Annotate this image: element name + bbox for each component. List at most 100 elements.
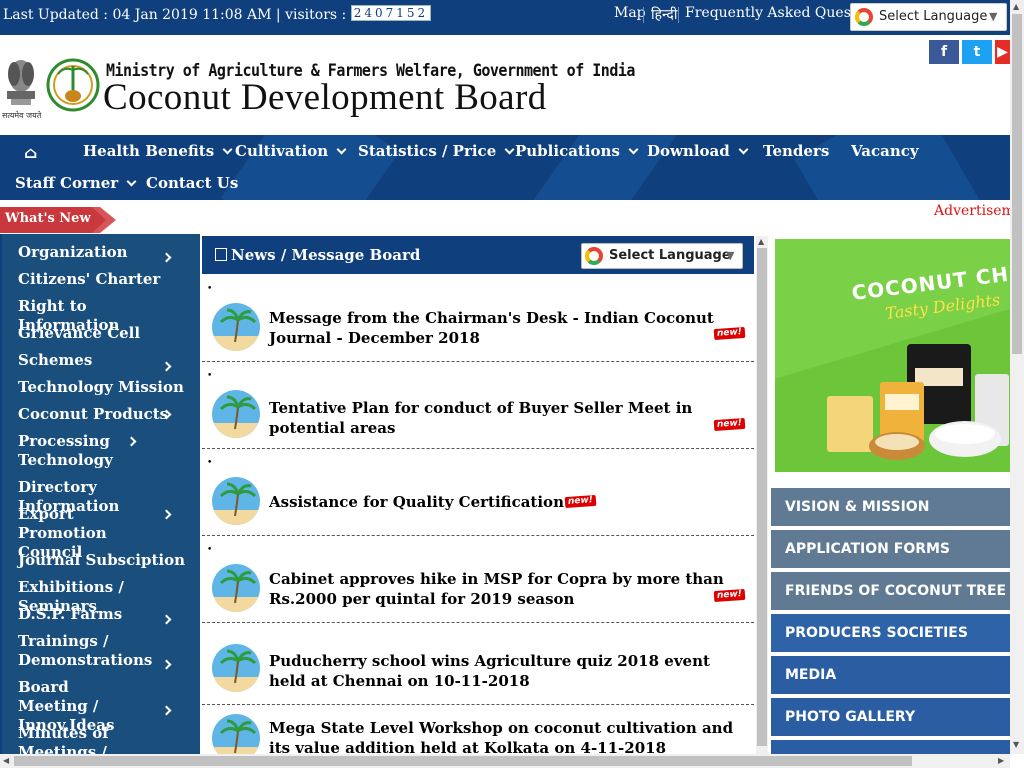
sidebar-item-label: D.S.P. Farms (18, 605, 123, 623)
sidebar-item-processing-technology[interactable]: Processing Technology (18, 432, 137, 470)
national-emblem-logo (7, 60, 35, 105)
sidebar-item-schemes[interactable]: Schemes (18, 351, 188, 372)
quicklink-friends-of-coconut-tree[interactable]: FRIENDS OF COCONUT TREE (771, 572, 1010, 610)
chevron-right-icon (161, 361, 172, 372)
news-scrollbar[interactable]: ▲ (756, 236, 768, 754)
news-item-text: Cabinet approves hike in MSP for Copra b… (269, 570, 724, 608)
sidebar-item-technology-mission[interactable]: Technology Mission (18, 378, 188, 397)
sidebar-item-trainings-demonstrations[interactable]: Trainings / Demonstrations (18, 632, 172, 670)
facebook-icon[interactable]: f (929, 40, 959, 64)
scroll-left-icon[interactable]: ◀ (3, 756, 9, 765)
news-item[interactable]: Mega State Level Workshop on coconut cul… (202, 705, 754, 754)
page-scrollbar[interactable]: ▲ ▼ (1010, 0, 1024, 754)
chevron-down-icon (738, 144, 749, 155)
quicklink-application-forms[interactable]: APPLICATION FORMS (771, 530, 1010, 568)
chevron-right-icon (161, 705, 172, 716)
news-item-text: Tentative Plan for conduct of Buyer Sell… (269, 399, 693, 437)
language-select-top[interactable]: Select Language ▼ (850, 3, 1007, 31)
news-item-title: Assistance for Quality Certification (269, 493, 564, 511)
google-icon (585, 247, 603, 265)
scroll-up-icon[interactable]: ▲ (758, 237, 764, 246)
quicklink-more[interactable] (771, 740, 1010, 754)
hindi-link[interactable]: हिन्दी (651, 5, 677, 24)
sidebar-item-journal-subscription[interactable]: Journal Subsciption (18, 551, 188, 570)
nav-download[interactable]: Download (647, 142, 749, 160)
site-title[interactable]: Coconut Development Board (103, 76, 547, 119)
nav-label: Health Benefits (83, 142, 215, 160)
nav-contact-us[interactable]: Contact Us (146, 174, 238, 192)
nav-vacancy[interactable]: Vacancy (851, 142, 919, 160)
chevron-right-icon (161, 659, 172, 670)
language-select-label: Select Language (879, 9, 988, 24)
twitter-icon[interactable]: t (962, 40, 992, 64)
palm-tree-icon (212, 477, 260, 525)
chevron-down-icon: ▼ (989, 10, 998, 23)
news-item[interactable]: Puducherry school wins Agriculture quiz … (202, 623, 754, 705)
quicklink-media[interactable]: MEDIA (771, 656, 1010, 694)
sitemap-link[interactable]: Map (614, 5, 646, 21)
sidebar-item-minutes-of-meetings[interactable]: Minutes of Meetings / Articles (18, 724, 138, 754)
emblem-motto: सत्यमेव जयते (2, 111, 42, 120)
chevron-right-icon (161, 252, 172, 263)
nav-label: Statistics / Price (358, 142, 497, 160)
cdb-logo (46, 58, 100, 112)
coconut-chips-product-image (827, 344, 1009, 460)
news-item[interactable]: Tentative Plan for conduct of Buyer Sell… (202, 379, 754, 449)
quicklink-vision-mission[interactable]: VISION & MISSION (771, 488, 1010, 526)
sidebar-item-label: Schemes (18, 351, 93, 369)
chevron-down-icon (336, 144, 347, 155)
sidebar-item-label: Trainings / Demonstrations (18, 632, 153, 669)
scroll-up-icon[interactable]: ▲ (1013, 2, 1019, 11)
palm-tree-icon (212, 390, 260, 438)
news-item[interactable]: Message from the Chairman's Desk - India… (202, 292, 754, 362)
nav-label: Publications (515, 142, 620, 160)
quicklink-producers-societies[interactable]: PRODUCERS SOCIETIES (771, 614, 1010, 652)
top-bar: Last Updated : 04 Jan 2019 11:08 AM | vi… (0, 0, 1010, 35)
nav-statistics-price[interactable]: Statistics / Price (358, 142, 515, 160)
palm-tree-icon (212, 564, 260, 612)
new-badge: new! (564, 494, 597, 509)
main-navigation: ⌂ Health Benefits Cultivation Statistics… (0, 135, 1010, 200)
news-item-text: Puducherry school wins Agriculture quiz … (269, 652, 710, 690)
sidebar-item-citizens-charter[interactable]: Citizens' Charter (18, 270, 188, 289)
horizontal-scrollbar[interactable]: ◀ ▶ (0, 754, 1010, 768)
scroll-right-icon[interactable]: ▶ (998, 756, 1004, 765)
nav-cultivation[interactable]: Cultivation (235, 142, 347, 160)
news-message-board: News / Message Board Select Language ▼ •… (202, 236, 754, 754)
last-updated-label: Last Updated : 04 Jan 2019 11:08 AM | vi… (3, 7, 351, 23)
advertisement-banner[interactable]: COCONUT CHIPS Tasty Delights (775, 239, 1010, 472)
page-scroll-thumb[interactable] (1012, 14, 1022, 354)
news-item[interactable]: Cabinet approves hike in MSP for Copra b… (202, 553, 754, 623)
divider (643, 7, 644, 23)
nav-tenders[interactable]: Tenders (763, 142, 829, 160)
nav-health-benefits[interactable]: Health Benefits (83, 142, 233, 160)
new-badge: new! (713, 588, 746, 603)
home-icon[interactable]: ⌂ (24, 143, 37, 162)
google-icon (855, 8, 873, 26)
divider (678, 7, 679, 23)
whats-new-label: What's New (0, 207, 116, 233)
nav-label: Staff Corner (15, 174, 119, 192)
language-select-news[interactable]: Select Language ▼ (581, 243, 743, 269)
sidebar-item-organization[interactable]: Organization (18, 243, 188, 263)
chevron-down-icon (126, 176, 137, 187)
nav-label: Download (647, 142, 730, 160)
nav-publications[interactable]: Publications (515, 142, 639, 160)
sidebar-item-coconut-products[interactable]: Coconut Products (18, 405, 188, 424)
horizontal-scroll-thumb[interactable] (14, 756, 912, 766)
news-scroll-thumb[interactable] (757, 248, 767, 746)
scroll-down-icon[interactable]: ▼ (1013, 740, 1019, 749)
sidebar-item-dsp-farms[interactable]: D.S.P. Farms (18, 605, 188, 625)
youtube-icon[interactable]: ▶ (995, 40, 1010, 64)
new-badge: new! (713, 326, 746, 341)
nav-staff-corner[interactable]: Staff Corner (15, 174, 137, 192)
news-header: News / Message Board Select Language ▼ (202, 236, 754, 274)
sidebar-item-label: Organization (18, 243, 128, 261)
news-item[interactable]: Assistance for Quality Certification new! (202, 466, 754, 536)
advertisement-label: Advertisement (934, 203, 1010, 219)
visitor-counter: 2407152 (350, 5, 432, 21)
chevron-right-icon (161, 614, 172, 625)
news-item-text: Mega State Level Workshop on coconut cul… (269, 719, 734, 754)
quicklink-photo-gallery[interactable]: PHOTO GALLERY (771, 698, 1010, 736)
sidebar-item-grievance-cell[interactable]: Grievance Cell (18, 324, 188, 343)
